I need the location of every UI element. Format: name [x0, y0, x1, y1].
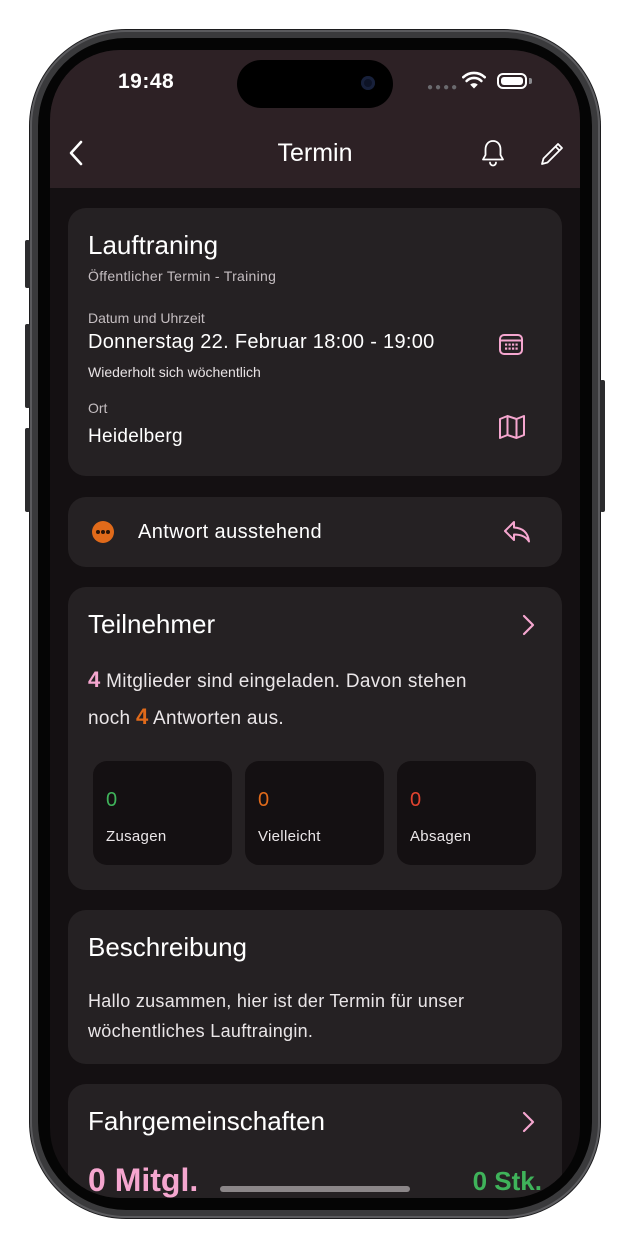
- event-details-card: Lauftraning Öffentlicher Termin - Traini…: [68, 208, 562, 476]
- bell-icon[interactable]: [480, 138, 506, 168]
- accepted-label: Zusagen: [106, 828, 167, 845]
- camera-icon: [361, 76, 375, 90]
- participants-title: Teilnehmer: [88, 609, 216, 639]
- stat-maybe[interactable]: 0 Vielleicht: [245, 761, 384, 865]
- participants-card[interactable]: Teilnehmer 4 Mitglieder sind eingeladen.…: [68, 587, 562, 890]
- response-status: Antwort ausstehend: [138, 521, 322, 543]
- carpools-card[interactable]: Fahrgemeinschaften 0 Mitgl. 0 Stk.: [68, 1084, 562, 1198]
- carpools-title: Fahrgemeinschaften: [88, 1106, 326, 1136]
- home-indicator[interactable]: [220, 1186, 410, 1192]
- response-status-card[interactable]: Antwort ausstehend: [68, 497, 562, 567]
- chevron-right-icon[interactable]: [520, 1110, 536, 1134]
- pending-count: 4: [135, 704, 149, 729]
- declined-count: 0: [410, 789, 422, 811]
- reply-icon[interactable]: [502, 519, 532, 545]
- repeat-info: Wiederholt sich wöchentlich: [88, 364, 261, 380]
- location-label: Ort: [88, 400, 108, 416]
- accepted-count: 0: [106, 789, 118, 811]
- participants-text-1: Mitglieder sind eingeladen. Davon stehen: [100, 671, 467, 692]
- carpool-count: 0 Stk.: [472, 1166, 542, 1196]
- stat-accepted[interactable]: 0 Zusagen: [93, 761, 232, 865]
- declined-label: Absagen: [410, 828, 472, 845]
- description-title: Beschreibung: [88, 932, 247, 962]
- map-icon[interactable]: [498, 414, 526, 440]
- event-title: Lauftraning: [88, 230, 219, 260]
- power-button: [600, 380, 605, 512]
- screen: 19:48 ●●●● Termin Lauftraning Öffentlich…: [50, 50, 580, 1198]
- maybe-label: Vielleicht: [258, 828, 321, 845]
- battery-tip: [529, 78, 532, 84]
- description-card: Beschreibung Hallo zusammen, hier ist de…: [68, 910, 562, 1064]
- status-time: 19:48: [118, 70, 175, 93]
- description-text: Hallo zusammen, hier ist der Termin für …: [88, 991, 465, 1041]
- datetime-label: Datum und Uhrzeit: [88, 310, 205, 326]
- volume-up-button: [25, 324, 30, 408]
- participants-text-3: Antworten aus.: [148, 708, 284, 729]
- volume-down-button: [25, 428, 30, 512]
- participants-text-2: noch: [88, 708, 136, 729]
- battery-icon: [497, 73, 527, 89]
- participants-summary-line1: 4 Mitglieder sind eingeladen. Davon steh…: [88, 661, 467, 701]
- event-type: Öffentlicher Termin - Training: [88, 268, 277, 284]
- event-datetime: Donnerstag 22. Februar 18:00 - 19:00: [88, 331, 435, 353]
- participants-summary-line2: noch 4 Antworten aus.: [88, 698, 284, 738]
- wifi-icon: [462, 71, 486, 89]
- dynamic-island: [237, 60, 393, 108]
- event-location: Heidelberg: [88, 426, 183, 447]
- carpool-members: 0 Mitgl.: [88, 1162, 199, 1198]
- maybe-count: 0: [258, 789, 270, 811]
- stat-declined[interactable]: 0 Absagen: [397, 761, 536, 865]
- pencil-icon[interactable]: [539, 141, 565, 167]
- pending-icon: [92, 521, 114, 543]
- signal-icon: ●●●●: [427, 82, 460, 93]
- action-button: [25, 240, 30, 288]
- chevron-right-icon[interactable]: [520, 613, 536, 637]
- invited-count: 4: [88, 667, 101, 692]
- calendar-icon[interactable]: [498, 332, 524, 356]
